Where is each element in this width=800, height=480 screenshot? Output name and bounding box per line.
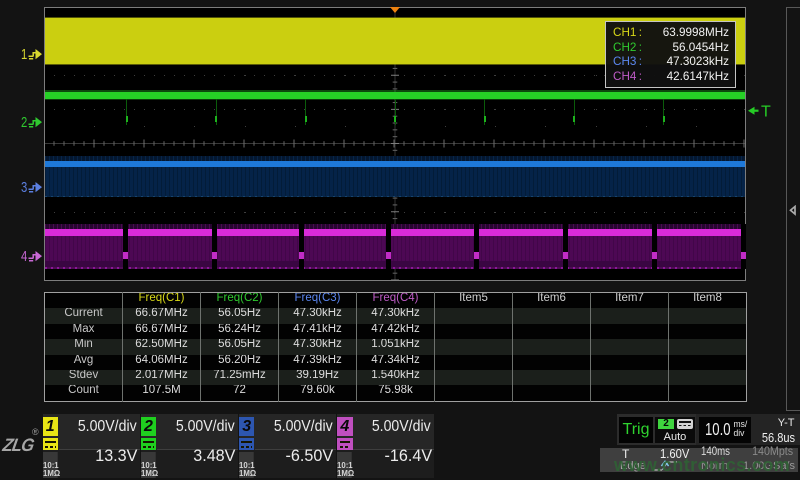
svg-text:1: 1 — [21, 46, 27, 62]
svg-text:3: 3 — [21, 179, 27, 195]
svg-text:T: T — [761, 103, 771, 119]
svg-text:2: 2 — [21, 114, 27, 130]
svg-text:4: 4 — [21, 248, 27, 264]
